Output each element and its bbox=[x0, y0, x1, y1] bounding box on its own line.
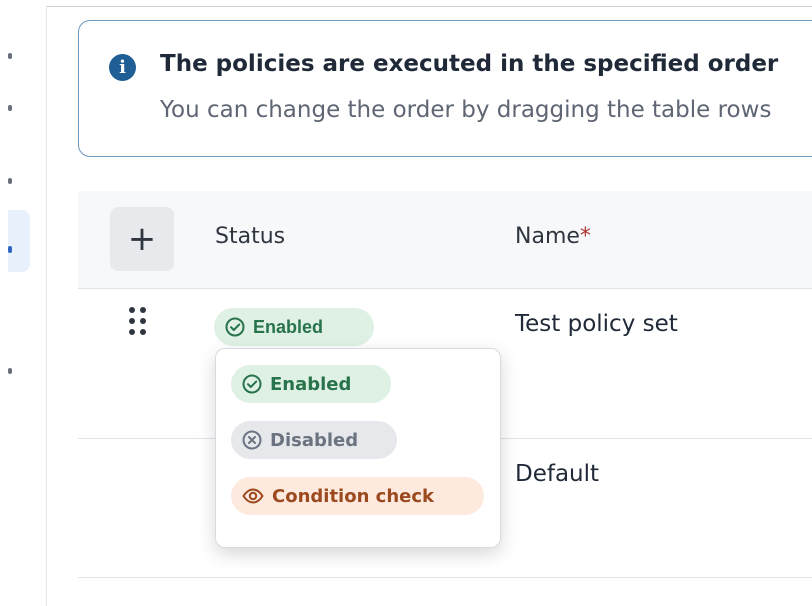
x-circle-icon bbox=[242, 430, 262, 450]
check-circle-icon bbox=[225, 317, 245, 337]
status-label: Enabled bbox=[253, 316, 324, 337]
status-dropdown-button[interactable]: Enabled bbox=[214, 308, 374, 346]
policy-name[interactable]: Default bbox=[515, 461, 599, 487]
banner-title: The policies are executed in the specifi… bbox=[160, 51, 779, 77]
policy-order-screen: i The policies are executed in the speci… bbox=[0, 0, 812, 606]
status-option-label: Enabled bbox=[270, 373, 352, 395]
active-indicator-icon bbox=[8, 246, 12, 253]
status-dropdown-menu: Enabled Disabled Condition check bbox=[215, 348, 501, 548]
drag-handle-icon[interactable] bbox=[129, 307, 153, 345]
sidebar-active-item[interactable] bbox=[8, 210, 30, 272]
banner-text: You can change the order by dragging the… bbox=[160, 97, 772, 123]
status-option-label: Disabled bbox=[270, 429, 359, 451]
name-header-label: Name bbox=[515, 224, 580, 249]
name-column-header[interactable]: Name* bbox=[515, 224, 591, 249]
policy-table-header: + Status Name* bbox=[78, 191, 812, 289]
status-column-header[interactable]: Status bbox=[215, 224, 285, 249]
policy-order-info-banner: i The policies are executed in the speci… bbox=[78, 20, 812, 157]
rail-indicator bbox=[8, 368, 12, 374]
rail-indicator bbox=[8, 53, 12, 59]
eye-icon bbox=[242, 488, 264, 504]
policy-name[interactable]: Test policy set bbox=[515, 311, 678, 337]
left-navigation-rail bbox=[8, 6, 47, 606]
add-policy-button[interactable]: + bbox=[110, 207, 174, 271]
status-option-enabled[interactable]: Enabled bbox=[231, 365, 391, 403]
status-option-label: Condition check bbox=[272, 485, 434, 507]
status-option-disabled[interactable]: Disabled bbox=[231, 421, 397, 459]
status-option-condition-check[interactable]: Condition check bbox=[231, 477, 484, 515]
required-marker: * bbox=[579, 224, 591, 249]
info-icon: i bbox=[109, 54, 136, 81]
check-circle-icon bbox=[242, 374, 262, 394]
rail-indicator bbox=[8, 178, 12, 184]
rail-indicator bbox=[8, 105, 12, 111]
